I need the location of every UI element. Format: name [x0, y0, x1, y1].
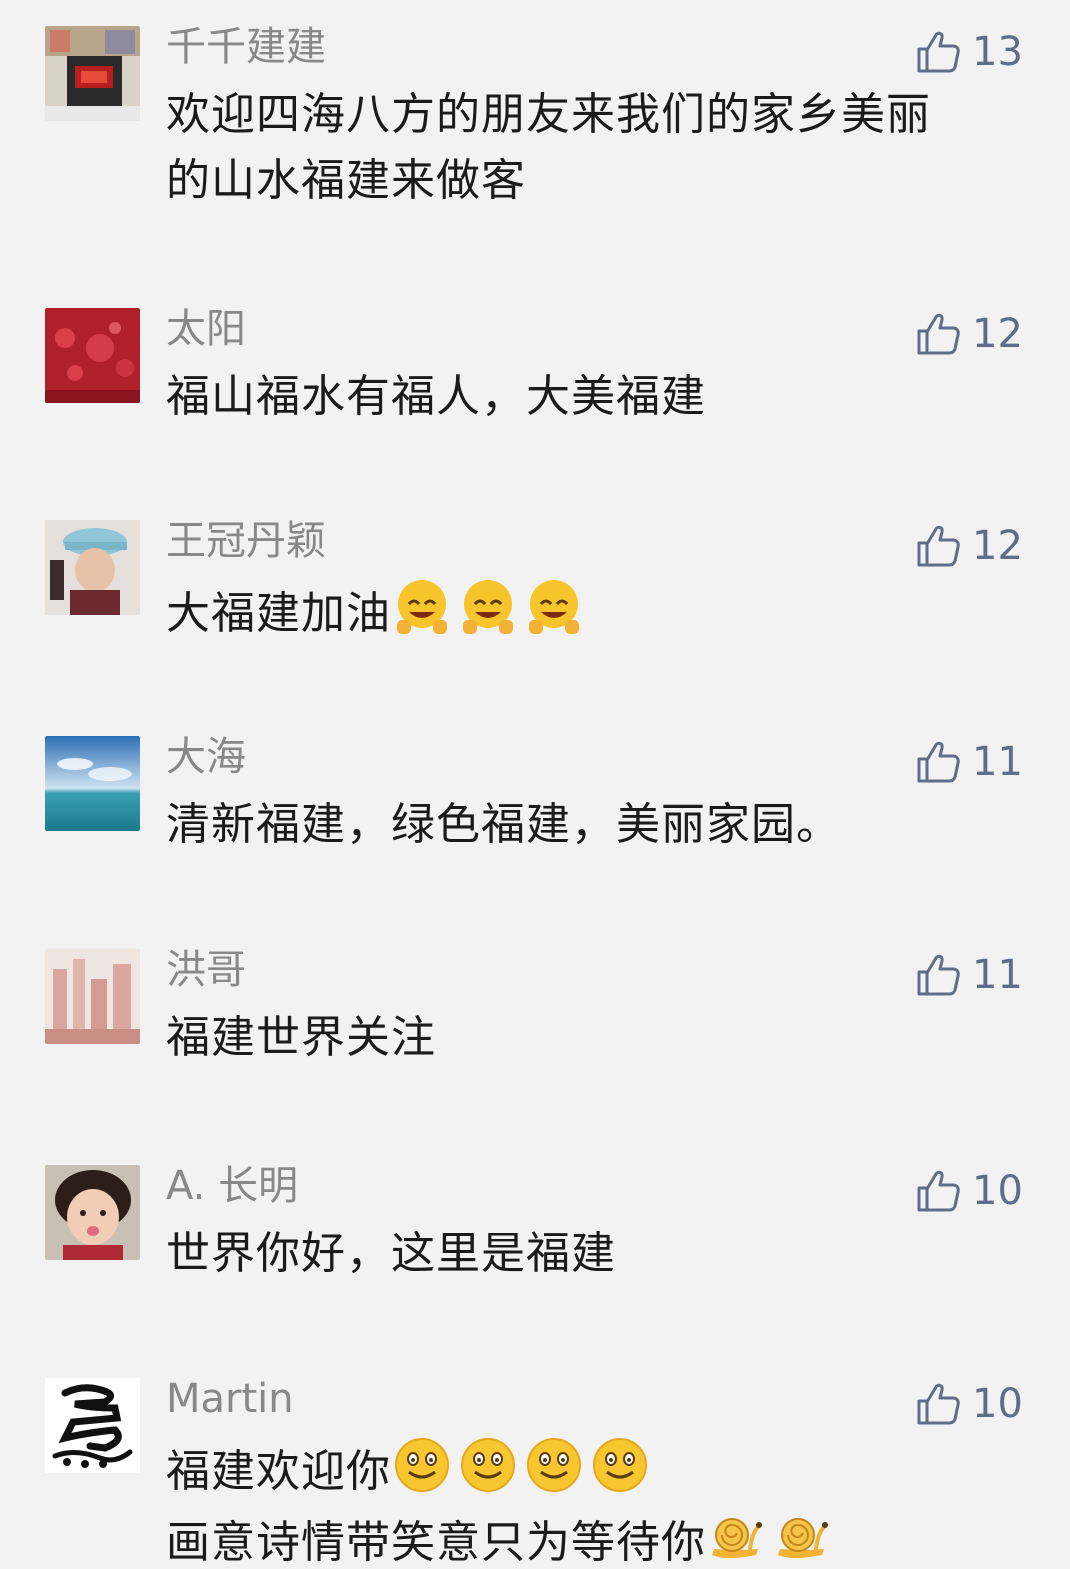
comment-text: 清新福建，绿色福建，美丽家园。 [166, 792, 1026, 858]
peace-emoji [457, 576, 519, 638]
avatar-calligraphy-horse[interactable] [45, 1378, 140, 1473]
comment-line: 福建世界关注 [166, 1012, 436, 1063]
commenter-name[interactable]: 王冠丹颖 [166, 514, 326, 568]
thumbs-up-icon [914, 1167, 962, 1215]
like-count: 10 [972, 1381, 1023, 1427]
like-button[interactable]: 10 [914, 1167, 1023, 1215]
like-button[interactable]: 12 [914, 522, 1023, 570]
like-button[interactable]: 11 [914, 951, 1023, 999]
like-count: 12 [972, 311, 1023, 357]
avatar-sea-sky[interactable] [45, 736, 140, 831]
avatar-child-face[interactable] [45, 1165, 140, 1260]
comment-line-text: 画意诗情带笑意只为等待你 [166, 1517, 706, 1568]
comment-text: 福建世界关注 [166, 1005, 1026, 1071]
comment-line: 清新福建，绿色福建，美丽家园。 [166, 799, 841, 850]
commenter-name[interactable]: 洪哥 [166, 943, 246, 997]
like-button[interactable]: 10 [914, 1380, 1023, 1428]
comment-line: 画意诗情带笑意只为等待你 [166, 1505, 1026, 1569]
comment-line-text: 福建欢迎你 [166, 1446, 391, 1497]
like-count: 11 [972, 739, 1023, 785]
comment-text: 福山福水有福人，大美福建 [166, 364, 1026, 430]
comment-list: 千千建建 欢迎四海八方的朋友来我们的家乡美丽 的山水福建来做客 13 太阳 福山… [0, 0, 1070, 1569]
peace-emoji [391, 576, 453, 638]
thumbs-up-icon [914, 522, 962, 570]
comment-line: 世界你好，这里是福建 [166, 1228, 616, 1279]
like-count: 10 [972, 1168, 1023, 1214]
comment-line: 福建欢迎你 [166, 1434, 1026, 1505]
smile-emoji [391, 1434, 453, 1496]
snail-emoji [706, 1505, 768, 1567]
avatar-shop-photo[interactable] [45, 26, 140, 121]
thumbs-up-icon [914, 1380, 962, 1428]
thumbs-up-icon [914, 738, 962, 786]
like-button[interactable]: 13 [914, 28, 1023, 76]
commenter-name[interactable]: A. 长明 [166, 1159, 298, 1213]
comment-line: 福山福水有福人，大美福建 [166, 371, 706, 422]
comment-line: 大福建加油 [166, 576, 1026, 647]
like-button[interactable]: 12 [914, 310, 1023, 358]
comment-line: 欢迎四海八方的朋友来我们的家乡美丽 [166, 89, 931, 140]
avatar-red-fu-pattern[interactable] [45, 308, 140, 403]
like-count: 13 [972, 29, 1023, 75]
commenter-name[interactable]: 大海 [166, 730, 246, 784]
commenter-name[interactable]: 千千建建 [166, 20, 326, 74]
snail-emoji [772, 1505, 834, 1567]
thumbs-up-icon [914, 951, 962, 999]
comment-text: 大福建加油 [166, 576, 1026, 647]
thumbs-up-icon [914, 28, 962, 76]
smile-emoji [523, 1434, 585, 1496]
avatar-girl-with-cap[interactable] [45, 520, 140, 615]
smile-emoji [589, 1434, 651, 1496]
smile-emoji [457, 1434, 519, 1496]
avatar-city-model[interactable] [45, 949, 140, 1044]
comment-text: 世界你好，这里是福建 [166, 1221, 1026, 1287]
thumbs-up-icon [914, 310, 962, 358]
commenter-name[interactable]: Martin [166, 1372, 294, 1426]
comment-line: 的山水福建来做客 [166, 155, 526, 206]
like-count: 12 [972, 523, 1023, 569]
peace-emoji [523, 576, 585, 638]
like-button[interactable]: 11 [914, 738, 1023, 786]
comment-text: 福建欢迎你 画意诗情带笑意只为等待你 [166, 1434, 1026, 1569]
commenter-name[interactable]: 太阳 [166, 302, 246, 356]
comment-text: 欢迎四海八方的朋友来我们的家乡美丽 的山水福建来做客 [166, 82, 1026, 214]
comment-line-text: 大福建加油 [166, 588, 391, 639]
like-count: 11 [972, 952, 1023, 998]
